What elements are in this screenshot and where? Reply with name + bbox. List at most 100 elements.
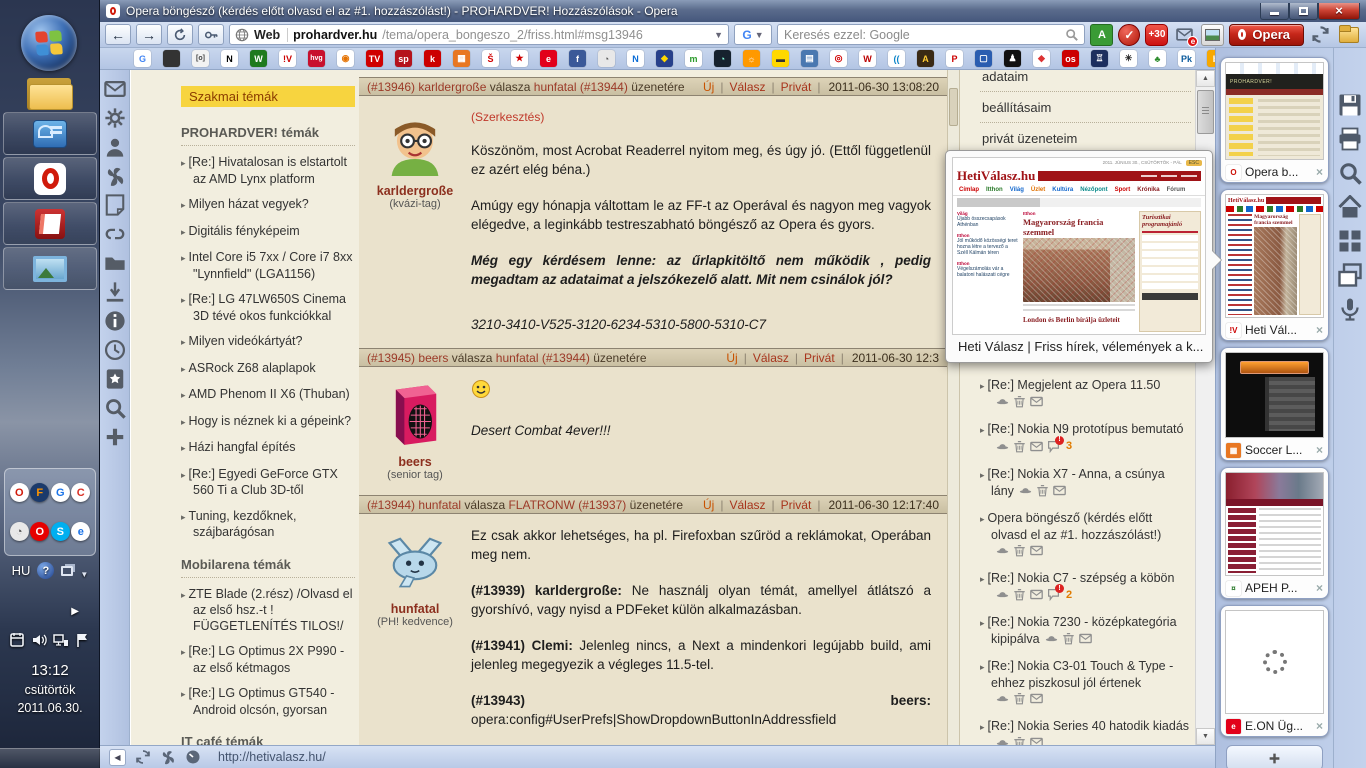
voice-button[interactable] [1338,297,1362,321]
action-reply[interactable]: Válasz [729,498,765,512]
address-dropdown-icon[interactable]: ▼ [714,30,723,40]
turbo-gauge-icon[interactable] [185,749,201,765]
bookmark-favicon[interactable]: ◔ [598,50,615,67]
page-scrollbar-thumb[interactable] [1197,90,1214,134]
sidebar-topic-link[interactable]: ▸ [Re:] Nokia C7 - szépség a köbön! 2 [980,570,1191,604]
panel-widgets-icon[interactable] [104,107,126,129]
chrome-tray-icon[interactable]: C [71,483,91,502]
find-button[interactable] [1338,161,1362,185]
sidebar-topic-link[interactable]: ▸ Milyen házat vegyek? [181,197,355,214]
window-titlebar[interactable]: Opera böngésző (kérdés előtt olvasd el a… [100,0,1366,22]
sidebar-topic-link[interactable]: ▸ Opera böngésző (kérdés előtt olvasd el … [980,510,1191,559]
home-button[interactable] [1338,195,1362,219]
closed-tabs-trash-button[interactable] [1309,24,1332,46]
address-bar[interactable]: Web prohardver.hu /tema/opera_bongeszo_2… [229,24,729,45]
vodafone-tray-icon[interactable]: O [30,522,50,541]
sidebar-topic-link[interactable]: ▸ [Re:] LG 47LW650S Cinema 3D tévé okos f… [181,292,355,324]
sidebar-topic-link[interactable]: ▸ [Re:] Nokia C3-01 Touch & Type - ehhez … [980,658,1191,707]
mail-extension-button[interactable]: e [1173,24,1199,47]
sidebar-topic-link[interactable]: ▸ [Re:] Nokia X7 - Anna, a csúnya lány [980,466,1191,499]
sidebar-topic-link[interactable]: ▸ ZTE Blade (2.rész) /Olvasd el az első h… [181,587,355,635]
bookmark-favicon[interactable]: ✳ [1120,50,1137,67]
bookmark-favicon[interactable]: ♖ [1091,50,1108,67]
unread-bubble-icon[interactable]: ! [1047,435,1064,453]
reload-button[interactable] [167,24,193,45]
bookmark-favicon[interactable]: ▦ [453,50,470,67]
network-tray-icon[interactable] [53,632,69,648]
web-protocol-label[interactable]: Web [254,27,289,42]
account-menu-2[interactable]: beállításaim [980,92,1191,123]
print-button[interactable] [1338,127,1362,151]
checker-extension-button[interactable]: ✓ [1118,23,1141,46]
tab-close-icon[interactable] [1316,165,1323,179]
tab-soccer[interactable]: ▦ Soccer L... [1220,347,1329,461]
avatar[interactable] [359,108,471,181]
sidebar-topic-link[interactable]: ▸ Tuning, kezdőknek, szájbarágósan [181,509,355,541]
action-reply[interactable]: Válasz [729,80,765,94]
sidebar-topic-link[interactable]: ▸ [Re:] LG Optimus GT540 - Android olcsón… [181,686,355,718]
sidebar-topic-link[interactable]: ▸ Hogy is néznek ki a gépeink? [181,414,355,431]
notification-flag-tray-icon[interactable] [75,632,91,648]
image-extension-button[interactable] [1201,23,1225,46]
sidebar-topic-link[interactable]: ▸ [Re:] Megjelent az Opera 11.50 [980,377,1191,410]
sidebar-topic-link[interactable]: ▸ Milyen videókártyát? [181,334,355,351]
close-button[interactable]: × [1318,2,1360,20]
photo-viewer-taskbar-button[interactable] [3,247,97,290]
avatar-username[interactable]: beers [359,455,471,469]
posts-scrollbar-thumb[interactable] [949,88,958,126]
tab-close-icon[interactable] [1316,443,1323,457]
replied-user-link[interactable]: hunfatal [534,80,577,94]
sidebar-topic-link[interactable]: ▸ Házi hangfal építés [181,440,355,457]
scroll-up-button[interactable]: ▲ [1196,70,1215,87]
topic-action-icons[interactable]: ! 2 [996,584,1072,603]
panel-downloads-icon[interactable] [104,281,126,303]
topic-action-icons[interactable]: ! 3 [996,435,1072,454]
bookmark-favicon[interactable]: ◉ [337,50,354,67]
bookmark-favicon[interactable]: ▬ [772,50,789,67]
back-button[interactable]: ← [105,24,131,45]
topic-action-icons[interactable] [996,544,1043,557]
replied-user-link[interactable]: hunfatal [496,351,539,365]
panels-folder-button[interactable] [1337,25,1361,44]
unite-icon[interactable] [160,749,176,765]
wand-password-button[interactable] [198,24,224,45]
tab-apeh[interactable]: ¤ APEH P... [1220,467,1329,599]
show-desktop-button[interactable] [0,748,100,768]
action-reply[interactable]: Válasz [753,351,789,365]
post-author-link[interactable]: karldergroße [418,80,486,94]
panel-links-icon[interactable] [104,223,126,245]
picture-manager-taskbar-button[interactable] [3,202,97,245]
search-input[interactable]: Keresés ezzel: Google [777,24,1086,45]
google-earth-tray-icon[interactable]: G [50,483,70,502]
language-indicator[interactable]: HU [12,563,31,578]
bookmark-favicon[interactable]: ☼ [743,50,760,67]
tab-close-icon[interactable] [1316,719,1323,733]
sidebar-topic-link[interactable]: ▸ [Re:] Nokia 7230 - középkategória kipip… [980,614,1191,647]
bookmark-favicon[interactable]: ◆ [656,50,673,67]
panel-history-icon[interactable] [104,339,126,361]
panel-transfers-icon[interactable] [104,252,126,274]
skype-tray-icon[interactable]: S [50,522,70,541]
sidebar-topic-link[interactable]: ▸ [Re:] Nokia Series 40 hatodik kiadás [980,718,1191,745]
tab-proh[interactable]: PROHARDVER! O Opera b... [1220,57,1329,183]
sidebar-topic-link[interactable]: ▸ [Re:] LG Optimus 2X P990 - az első kétm… [181,644,355,676]
panel-search-icon[interactable] [104,397,126,419]
bookmark-favicon[interactable]: W [859,50,876,67]
sidebar-topic-link[interactable]: ▸ [Re:] Nokia N9 prototípus bemutató! 3 [980,421,1191,455]
gadgets-taskbar-button[interactable] [3,112,97,155]
save-button[interactable] [1338,93,1362,117]
topic-action-icons[interactable] [996,692,1043,705]
bookmark-favicon[interactable]: N [221,50,238,67]
panel-add-panels-icon[interactable] [104,426,126,448]
speed-dial-button[interactable] [1338,229,1362,253]
start-button[interactable] [21,15,77,71]
sidebar-topic-link[interactable]: ▸ AMD Phenom II X6 (Thuban) [181,387,355,404]
bookmark-favicon[interactable]: TV [366,50,383,67]
unread-bubble-icon[interactable]: ! [1047,584,1064,601]
tab-close-icon[interactable] [1316,323,1323,337]
action-new[interactable]: Új [703,80,714,94]
forward-button[interactable]: → [136,24,162,45]
scroll-down-button[interactable]: ▼ [1196,728,1215,745]
collapse-statusbar-button[interactable]: ◀ [109,748,126,766]
timer-tray-icon[interactable]: ◔ [9,522,29,541]
